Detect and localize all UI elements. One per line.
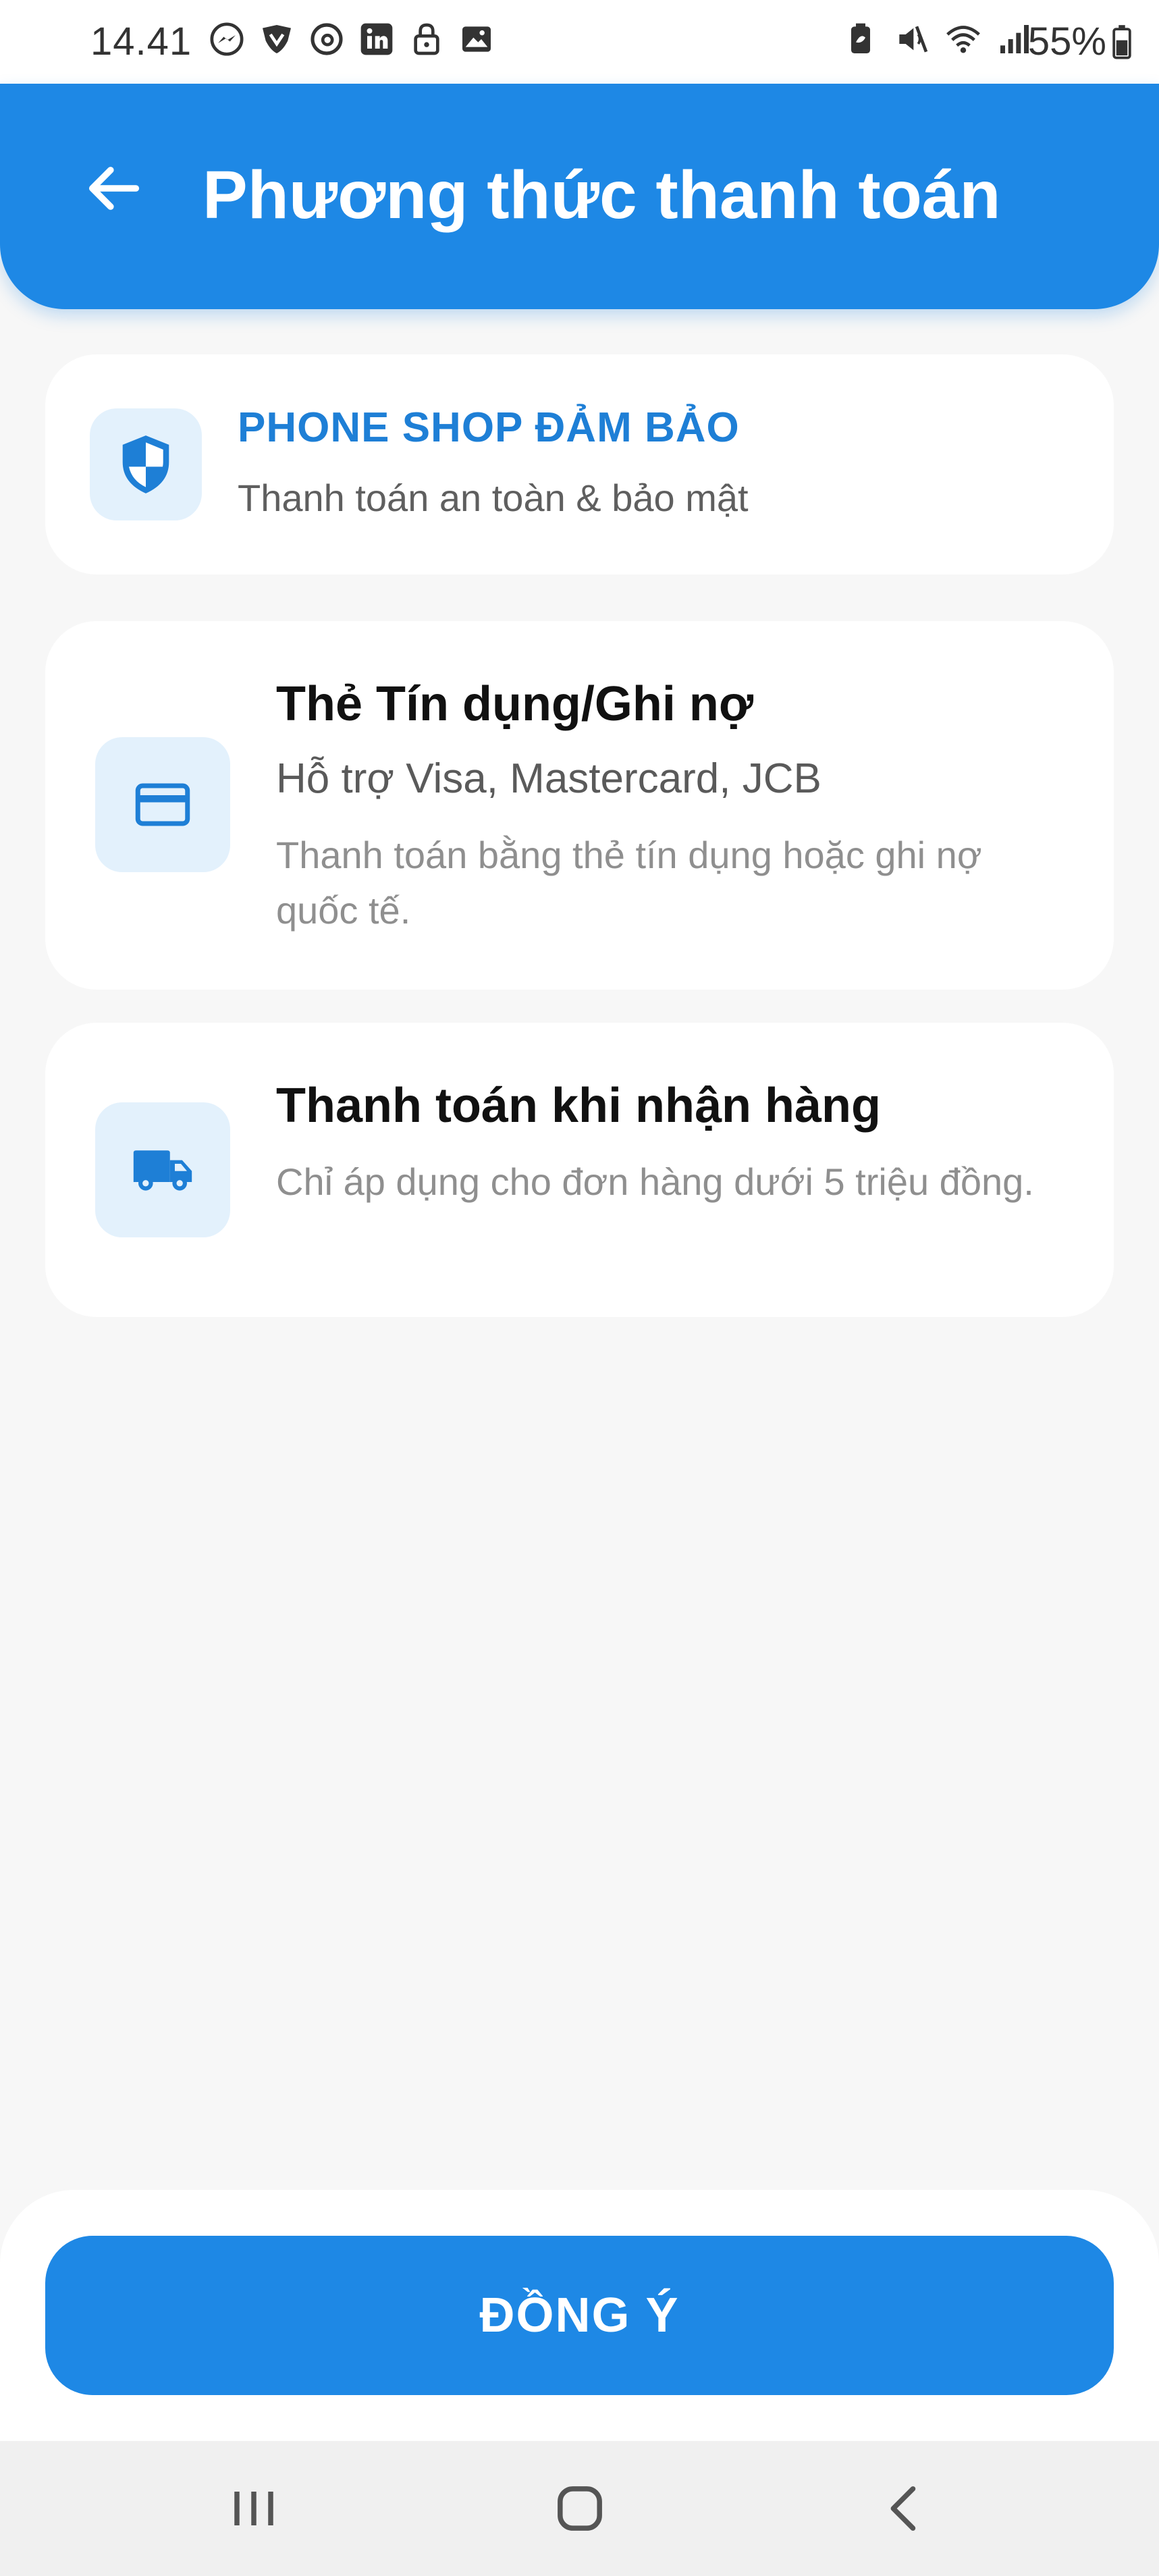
image-icon xyxy=(458,20,495,58)
battery-percent: 55% xyxy=(1027,20,1106,63)
wifi-icon xyxy=(944,20,982,58)
status-right-icons xyxy=(842,20,1033,58)
option-description: Chỉ áp dụng cho đơn hàng dưới 5 triệu đồ… xyxy=(276,1160,1034,1203)
mute-icon xyxy=(893,20,931,58)
confirm-button[interactable]: ĐỒNG Ý xyxy=(45,2236,1114,2395)
guarantee-title: PHONE SHOP ĐẢM BẢO xyxy=(238,404,740,451)
recent-apps-button[interactable] xyxy=(220,2475,288,2542)
payment-option-card[interactable]: Thanh toán khi nhận hàng Chỉ áp dụng cho… xyxy=(45,1023,1114,1317)
nav-back-button[interactable] xyxy=(871,2475,938,2542)
option-icon-box xyxy=(95,1102,230,1237)
option-title: Thẻ Tín dụng/Ghi nợ xyxy=(276,677,754,731)
status-left-icons xyxy=(208,20,495,58)
credit-card-icon xyxy=(135,783,190,826)
guarantee-subtitle: Thanh toán an toàn & bảo mật xyxy=(238,477,749,519)
app-bar: Phương thức thanh toán xyxy=(0,84,1159,309)
system-nav-bar xyxy=(0,2441,1159,2576)
status-bar: 14.41 55% xyxy=(0,0,1159,84)
option-subtitle: Hỗ trợ Visa, Mastercard, JCB xyxy=(276,755,821,802)
screen: 14.41 55% Phương thức thanh toán PHONE S… xyxy=(0,0,1159,2576)
bottom-action-panel: ĐỒNG Ý xyxy=(0,2190,1159,2441)
threads-icon xyxy=(308,20,346,58)
battery-indicator: 55% xyxy=(1028,19,1132,64)
battery-saver-icon xyxy=(842,20,880,58)
home-icon xyxy=(558,2486,602,2531)
home-button[interactable] xyxy=(546,2475,614,2542)
recent-apps-icon xyxy=(234,2492,273,2525)
arrow-left-icon xyxy=(88,167,140,210)
chevron-left-icon xyxy=(890,2486,916,2531)
linkedin-icon xyxy=(358,20,396,58)
messenger-icon xyxy=(208,20,246,58)
delivery-truck-icon xyxy=(133,1150,192,1191)
payment-option-card[interactable]: Thẻ Tín dụng/Ghi nợ Hỗ trợ Visa, Masterc… xyxy=(45,621,1114,990)
page-title: Phương thức thanh toán xyxy=(203,157,1001,233)
option-description: Thanh toán bằng thẻ tín dụng hoặc ghi nợ… xyxy=(276,834,982,932)
battery-icon xyxy=(1112,24,1131,59)
guarantee-card: PHONE SHOP ĐẢM BẢO Thanh toán an toàn & … xyxy=(45,354,1114,574)
back-button[interactable] xyxy=(80,155,147,222)
option-title: Thanh toán khi nhận hàng xyxy=(276,1079,881,1133)
option-icon-box xyxy=(95,737,230,872)
lock-icon xyxy=(408,20,446,58)
status-time: 14.41 xyxy=(90,20,192,63)
shield-icon xyxy=(122,435,169,493)
guarantee-icon-box xyxy=(90,408,202,520)
vpn-shield-icon xyxy=(258,20,296,58)
